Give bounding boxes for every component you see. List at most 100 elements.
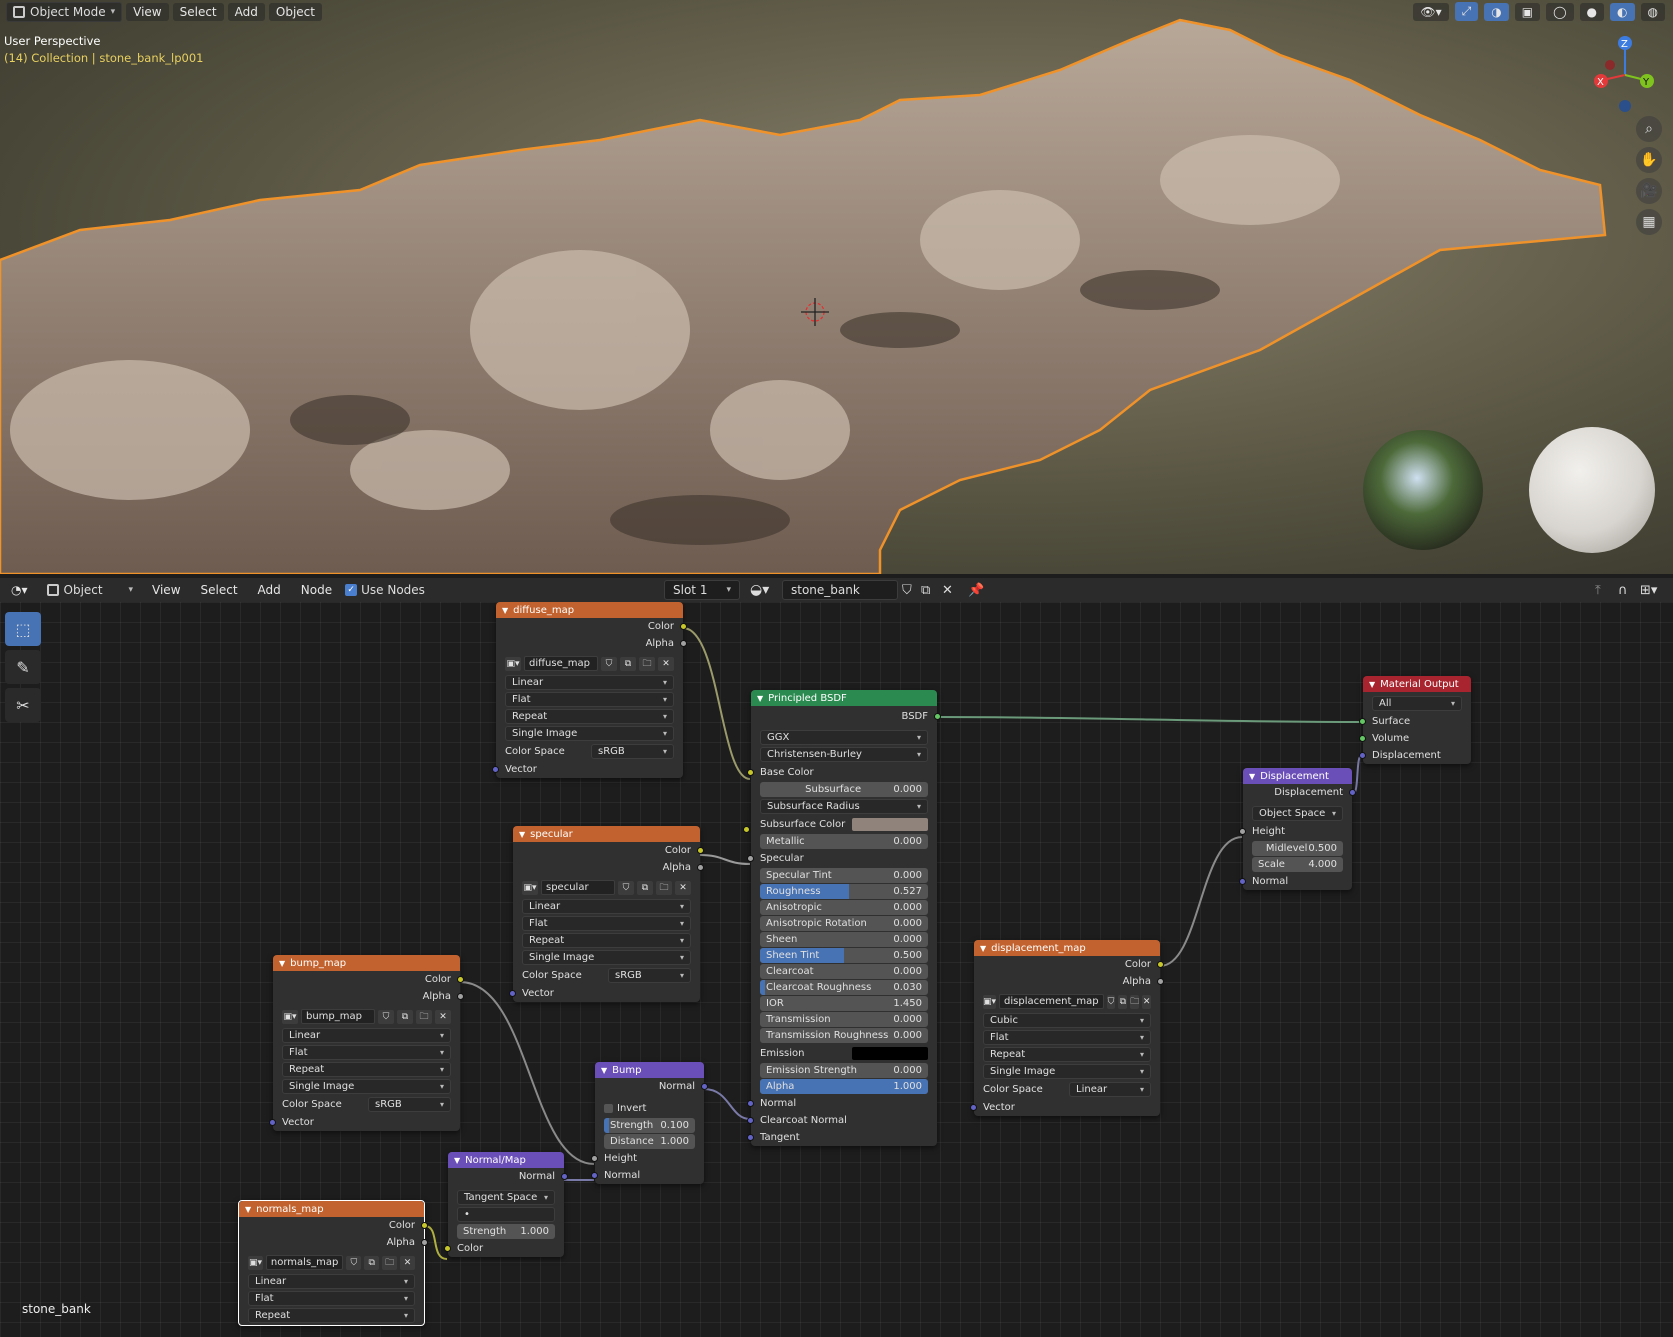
editor-type-icon[interactable]: ◔▾	[4, 581, 35, 599]
duplicate-icon[interactable]: ⧉	[1118, 994, 1128, 1009]
wireframe-shading-icon[interactable]: ◯	[1546, 2, 1574, 21]
visibility-icon[interactable]: 👁▾	[1413, 2, 1449, 21]
overlay-icon[interactable]: ◑	[1484, 2, 1509, 21]
node-diffuse-map[interactable]: ▼ diffuse_map Color Alpha ▣▾ diffuse_map ⛉ ⧉…	[492, 602, 687, 778]
projection-dropdown[interactable]: Flat ▾	[248, 1291, 415, 1306]
gizmo-toggle-icon[interactable]: ⤢	[1454, 2, 1479, 21]
duplicate-icon[interactable]: ⧉	[620, 656, 636, 671]
node-header[interactable]: ▼ Normal/Map	[448, 1152, 564, 1168]
output-socket[interactable]	[457, 993, 464, 1000]
invert-checkbox[interactable]: Invert	[595, 1100, 704, 1117]
projection-dropdown[interactable]: Flat ▾	[522, 916, 691, 931]
duplicate-icon[interactable]: ⧉	[397, 1009, 413, 1024]
uv-map-field[interactable]: •	[457, 1207, 555, 1222]
close-icon[interactable]: ✕	[1142, 994, 1151, 1009]
image-browse-icon[interactable]: ▣▾	[505, 656, 521, 671]
anisotropic-slider[interactable]: Anisotropic 0.000	[760, 900, 928, 915]
rendered-shading-icon[interactable]: ◍	[1640, 2, 1665, 21]
projection-dropdown[interactable]: Flat ▾	[983, 1030, 1151, 1045]
interpolation-dropdown[interactable]: Linear ▾	[282, 1028, 451, 1043]
distribution-dropdown[interactable]: GGX ▾	[760, 730, 928, 745]
input-socket[interactable]	[747, 769, 754, 776]
snap-icon[interactable]: ∩	[1618, 583, 1628, 598]
output-socket[interactable]	[561, 1173, 568, 1180]
color-space-dropdown[interactable]: sRGB ▾	[591, 743, 674, 759]
interpolation-dropdown[interactable]: Linear ▾	[505, 675, 674, 690]
image-name[interactable]: displacement_map	[999, 994, 1104, 1009]
image-browse-icon[interactable]: ▣▾	[522, 880, 538, 895]
input-socket[interactable]	[509, 990, 516, 997]
subsurface-slider[interactable]: Subsurface 0.000	[760, 782, 928, 797]
input-socket[interactable]	[1359, 752, 1366, 759]
use-nodes-checkbox[interactable]: ✓ Use Nodes	[345, 583, 425, 597]
node-editor-canvas[interactable]: ⬚ ✎ ✂ ▼ diffuse_map Color Alpha ▣▾ diffuse…	[0, 602, 1673, 1337]
emission-color-swatch[interactable]	[852, 1046, 928, 1060]
folder-icon[interactable]: 🗀	[416, 1009, 432, 1024]
subsurface-color-swatch[interactable]	[852, 817, 928, 831]
input-socket[interactable]	[1239, 878, 1246, 885]
node-header[interactable]: ▼ Material Output	[1363, 676, 1471, 692]
node-bump-map[interactable]: ▼ bump_map Color Alpha ▣▾ bump_map ⛉ ⧉ 🗀 ✕ Lin…	[269, 955, 464, 1131]
input-socket[interactable]	[970, 1104, 977, 1111]
collapse-arrow-icon[interactable]: ▼	[245, 1205, 251, 1214]
metallic-slider[interactable]: Metallic 0.000	[760, 834, 928, 849]
image-browse-icon[interactable]: ▣▾	[248, 1255, 263, 1270]
node-normal-map[interactable]: ▼ Normal/Map Normal Tangent Space ▾ • Stre…	[444, 1152, 568, 1257]
output-socket[interactable]	[457, 976, 464, 983]
color-space-dropdown[interactable]: Linear ▾	[1069, 1081, 1151, 1097]
snap-options-icon[interactable]: ⊞▾	[1640, 583, 1657, 598]
space-dropdown[interactable]: Object Space ▾	[1252, 806, 1343, 821]
folder-icon[interactable]: 🗀	[656, 880, 672, 895]
input-socket[interactable]	[591, 1172, 598, 1179]
image-name[interactable]: diffuse_map	[524, 656, 598, 671]
interpolation-dropdown[interactable]: Linear ▾	[522, 899, 691, 914]
midlevel-slider[interactable]: Midlevel 0.500	[1252, 841, 1343, 856]
node-header[interactable]: ▼ bump_map	[273, 955, 460, 971]
node-header[interactable]: ▼ specular	[513, 826, 700, 842]
ior-field[interactable]: IOR 1.450	[760, 996, 928, 1011]
extension-dropdown[interactable]: Repeat ▾	[505, 709, 674, 724]
source-dropdown[interactable]: Single Image ▾	[522, 950, 691, 965]
input-socket[interactable]	[747, 1134, 754, 1141]
fake-user-shield-icon[interactable]: ⛉	[618, 880, 634, 895]
close-icon[interactable]: ✕	[658, 656, 674, 671]
collapse-arrow-icon[interactable]: ▼	[502, 606, 508, 615]
subsurface-radius-dropdown[interactable]: Subsurface Radius ▾	[760, 799, 928, 814]
ne-menu-view[interactable]: View	[145, 581, 187, 599]
collapse-arrow-icon[interactable]: ▼	[279, 959, 285, 968]
select-box-tool[interactable]: ⬚	[5, 612, 41, 646]
output-socket[interactable]	[1349, 789, 1356, 796]
source-dropdown[interactable]: Single Image ▾	[282, 1079, 451, 1094]
duplicate-icon[interactable]: ⧉	[637, 880, 653, 895]
scale-slider[interactable]: Scale 4.000	[1252, 857, 1343, 872]
folder-icon[interactable]: 🗀	[382, 1255, 398, 1270]
ne-menu-select[interactable]: Select	[194, 581, 245, 599]
color-space-dropdown[interactable]: sRGB ▾	[608, 967, 691, 983]
node-normals-map[interactable]: ▼ normals_map Color Alpha ▣▾ normals_map ⛉ ⧉…	[238, 1200, 428, 1326]
input-socket[interactable]	[444, 1245, 451, 1252]
collapse-arrow-icon[interactable]: ▼	[757, 694, 763, 703]
input-socket[interactable]	[747, 855, 754, 862]
unlink-close-icon[interactable]: ✕	[942, 583, 953, 598]
node-header[interactable]: ▼ Bump	[595, 1062, 704, 1078]
source-dropdown[interactable]: Single Image ▾	[505, 726, 674, 741]
node-material-output[interactable]: ▼ Material Output All ▾ Surface Volume Dis…	[1359, 676, 1471, 764]
image-browse-icon[interactable]: ▣▾	[983, 994, 997, 1009]
subsurface-method-dropdown[interactable]: Christensen-Burley ▾	[760, 747, 928, 762]
collapse-arrow-icon[interactable]: ▼	[519, 830, 525, 839]
strength-slider[interactable]: Strength 1.000	[457, 1224, 555, 1239]
close-icon[interactable]: ✕	[435, 1009, 451, 1024]
node-header[interactable]: ▼ Displacement	[1243, 768, 1352, 784]
interpolation-dropdown[interactable]: Cubic ▾	[983, 1013, 1151, 1028]
output-socket[interactable]	[697, 864, 704, 871]
xray-icon[interactable]: ▣	[1514, 2, 1541, 21]
fake-user-shield-icon[interactable]: ⛉	[601, 656, 617, 671]
slot-dropdown[interactable]: Slot 1 ▾	[664, 580, 740, 600]
output-socket[interactable]	[421, 1222, 428, 1229]
input-socket[interactable]	[747, 1100, 754, 1107]
node-header[interactable]: ▼ Principled BSDF	[751, 690, 937, 706]
3d-viewport[interactable]: Z Y X Object Mode ▾ View Select Add Obje…	[0, 0, 1673, 574]
clearcoat-roughness-slider[interactable]: Clearcoat Roughness 0.030	[760, 980, 928, 995]
interpolation-dropdown[interactable]: Linear ▾	[248, 1274, 415, 1289]
output-socket[interactable]	[934, 713, 941, 720]
